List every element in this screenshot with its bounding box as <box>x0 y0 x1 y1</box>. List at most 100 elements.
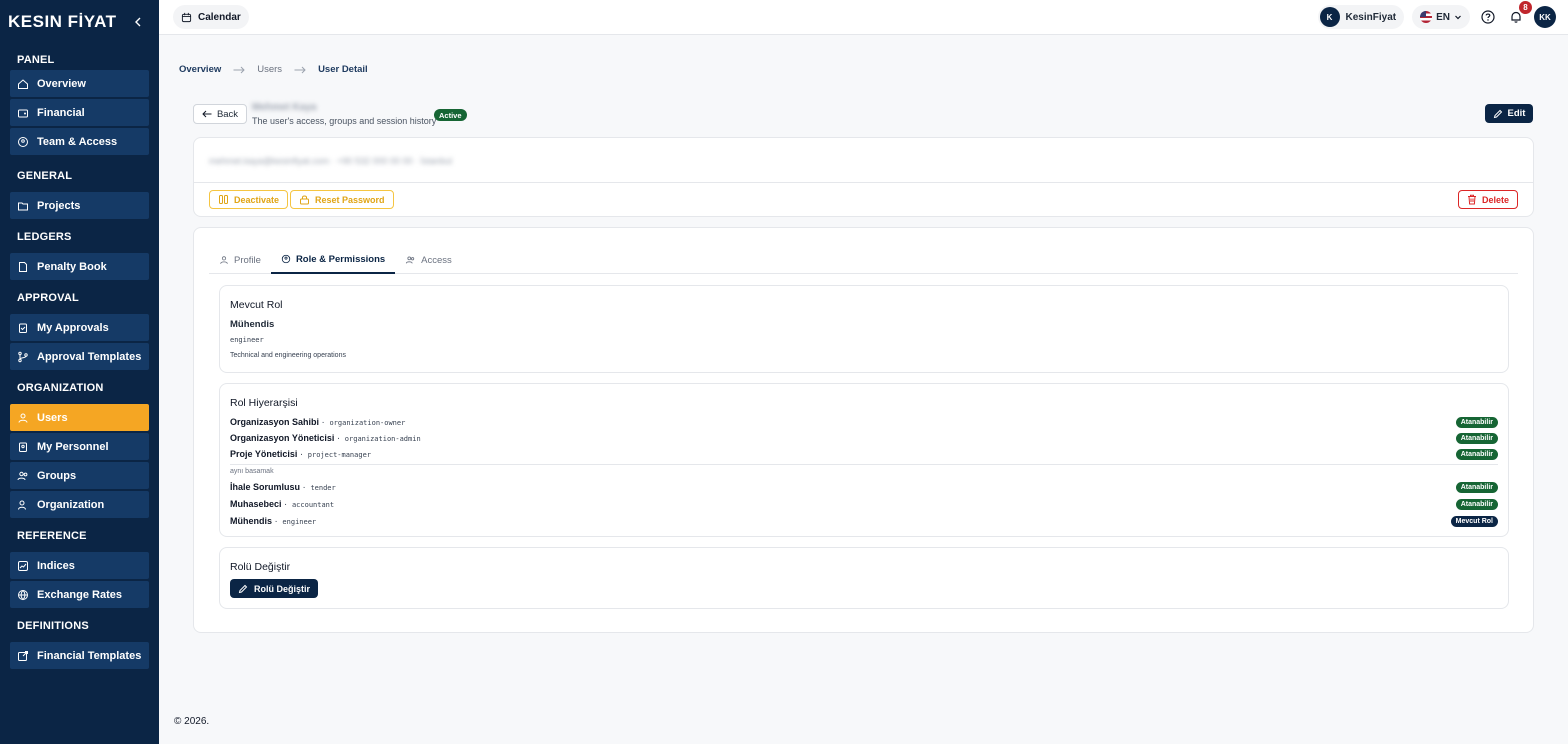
sidebar-item-projects[interactable]: Projects <box>10 192 149 219</box>
calendar-label: Calendar <box>198 11 241 23</box>
change-role-panel: Rolü Değiştir Rolü Değiştir <box>219 547 1509 609</box>
role-hierarchy-panel: Rol Hiyerarşisi Organizasyon Sahibi · or… <box>219 383 1509 537</box>
user-detail-tabs-card: Profile Role & Permissions Access Mevcut… <box>193 227 1534 633</box>
sidebar-item-organization[interactable]: Organization <box>10 491 149 518</box>
assignable-badge: Atanabilir <box>1455 448 1498 460</box>
current-role-name: Mühendis <box>230 319 275 330</box>
back-label: Back <box>216 108 239 120</box>
sidebar-item-financial[interactable]: Financial <box>10 99 149 126</box>
hierarchy-role-name: Organizasyon Yöneticisi <box>230 433 335 443</box>
sidebar-item-label: My Personnel <box>37 440 109 453</box>
user-name-heading: Mehmet Kaya <box>252 102 317 113</box>
hierarchy-role: Organizasyon Sahibi · organization-owner <box>230 417 405 427</box>
chevron-left-icon <box>135 17 141 27</box>
sidebar-item-label: My Approvals <box>37 321 109 334</box>
tab-list: Profile Role & Permissions Access <box>209 246 1518 274</box>
org-name: KesinFiyat <box>1345 11 1397 23</box>
hierarchy-role-code: · project-manager <box>299 451 372 459</box>
back-button[interactable]: Back <box>193 104 247 124</box>
collapse-sidebar-button[interactable] <box>131 15 145 29</box>
sidebar-item-overview[interactable]: Overview <box>10 70 149 97</box>
shield-icon <box>281 254 291 264</box>
home-icon <box>18 78 28 89</box>
hierarchy-role: Organizasyon Yöneticisi · organization-a… <box>230 433 421 443</box>
globe-icon <box>18 589 28 600</box>
notifications-button[interactable]: 8 <box>1506 1 1532 27</box>
assignable-badge: Atanabilir <box>1455 432 1498 444</box>
hierarchy-role: İhale Sorumlusu · tender <box>230 482 336 492</box>
sidebar-item-label: Penalty Book <box>37 260 107 273</box>
external-file-icon <box>18 650 28 661</box>
tab-role-permissions[interactable]: Role & Permissions <box>270 246 396 274</box>
arrow-left-icon <box>202 110 212 118</box>
user-icon <box>18 413 28 423</box>
assignable-badge: Atanabilir <box>1455 498 1498 510</box>
sidebar: KESIN FİYAT PANEL Overview Financial Tea… <box>0 0 159 744</box>
help-button[interactable] <box>1478 7 1498 27</box>
clipboard-user-icon <box>19 442 27 452</box>
sidebar-item-team-access[interactable]: Team & Access <box>10 128 149 155</box>
hierarchy-role-name: Organizasyon Sahibi <box>230 417 320 427</box>
page-subtitle: The user's access, groups and session hi… <box>252 116 437 126</box>
arrow-right-icon <box>294 66 306 73</box>
current-role-code: engineer <box>230 336 264 344</box>
git-branch-icon <box>18 351 28 362</box>
trend-icon <box>18 560 28 571</box>
change-role-label: Rolü Değiştir <box>254 583 311 594</box>
sidebar-item-financial-templates[interactable]: Financial Templates <box>10 642 149 669</box>
tab-profile[interactable]: Profile <box>209 246 271 274</box>
sidebar-item-penalty-book[interactable]: Penalty Book <box>10 253 149 280</box>
sidebar-item-exchange-rates[interactable]: Exchange Rates <box>10 581 149 608</box>
language-code: EN <box>1436 11 1450 23</box>
hierarchy-role-code: · engineer <box>274 518 317 526</box>
user-avatar-button[interactable]: KK <box>1534 6 1556 28</box>
users-icon <box>406 256 415 264</box>
breadcrumb-overview[interactable]: Overview <box>179 64 221 75</box>
tab-access[interactable]: Access <box>395 246 462 274</box>
deactivate-button[interactable]: Deactivate <box>209 190 289 209</box>
hierarchy-role-code: · organization-owner <box>321 419 406 427</box>
file-icon <box>19 261 27 272</box>
users-icon <box>17 471 28 480</box>
organization-switcher[interactable]: K KesinFiyat <box>1317 5 1405 29</box>
pencil-icon <box>1493 109 1502 118</box>
delete-label: Delete <box>1481 194 1509 205</box>
sidebar-section-reference: REFERENCE <box>17 530 87 542</box>
sidebar-item-approval-templates[interactable]: Approval Templates <box>10 343 149 370</box>
breadcrumb-users[interactable]: Users <box>257 64 282 75</box>
assignable-badge: Atanabilir <box>1455 416 1498 428</box>
tab-label: Profile <box>234 254 261 266</box>
sidebar-section-ledgers: LEDGERS <box>17 231 72 243</box>
reset-password-label: Reset Password <box>315 194 385 205</box>
sidebar-header: KESIN FİYAT <box>0 0 159 44</box>
topbar: Calendar K KesinFiyat EN 8 KK <box>159 0 1568 35</box>
edit-button[interactable]: Edit <box>1485 104 1533 123</box>
trash-icon <box>1467 194 1476 205</box>
change-role-title: Rolü Değiştir <box>230 561 291 573</box>
hierarchy-row: Proje Yöneticisi · project-manager Atana… <box>230 447 1498 461</box>
sidebar-item-users[interactable]: Users <box>10 404 149 431</box>
change-role-button[interactable]: Rolü Değiştir <box>230 579 319 598</box>
sidebar-item-label: Team & Access <box>37 135 118 148</box>
divider <box>194 182 1533 183</box>
shield-user-icon <box>18 136 28 147</box>
sidebar-item-label: Organization <box>37 498 105 511</box>
sidebar-item-label: Approval Templates <box>37 350 142 363</box>
language-selector[interactable]: EN <box>1412 5 1470 29</box>
reset-password-button[interactable]: Reset Password <box>290 190 394 209</box>
calendar-button[interactable]: Calendar <box>173 5 249 29</box>
pause-icon <box>219 195 228 204</box>
sidebar-item-groups[interactable]: Groups <box>10 462 149 489</box>
sidebar-item-indices[interactable]: Indices <box>10 552 149 579</box>
divider <box>230 464 1498 465</box>
sidebar-section-definitions: DEFINITIONS <box>17 620 89 632</box>
sidebar-item-label: Projects <box>37 199 81 212</box>
hierarchy-role: Proje Yöneticisi · project-manager <box>230 449 371 459</box>
hierarchy-role-name: İhale Sorumlusu <box>230 482 301 492</box>
delete-button[interactable]: Delete <box>1457 190 1518 209</box>
help-icon <box>1481 10 1495 24</box>
sidebar-item-my-approvals[interactable]: My Approvals <box>10 314 149 341</box>
sidebar-section-general: GENERAL <box>17 170 73 182</box>
sidebar-item-my-personnel[interactable]: My Personnel <box>10 433 149 460</box>
chevron-down-icon <box>1455 15 1461 20</box>
